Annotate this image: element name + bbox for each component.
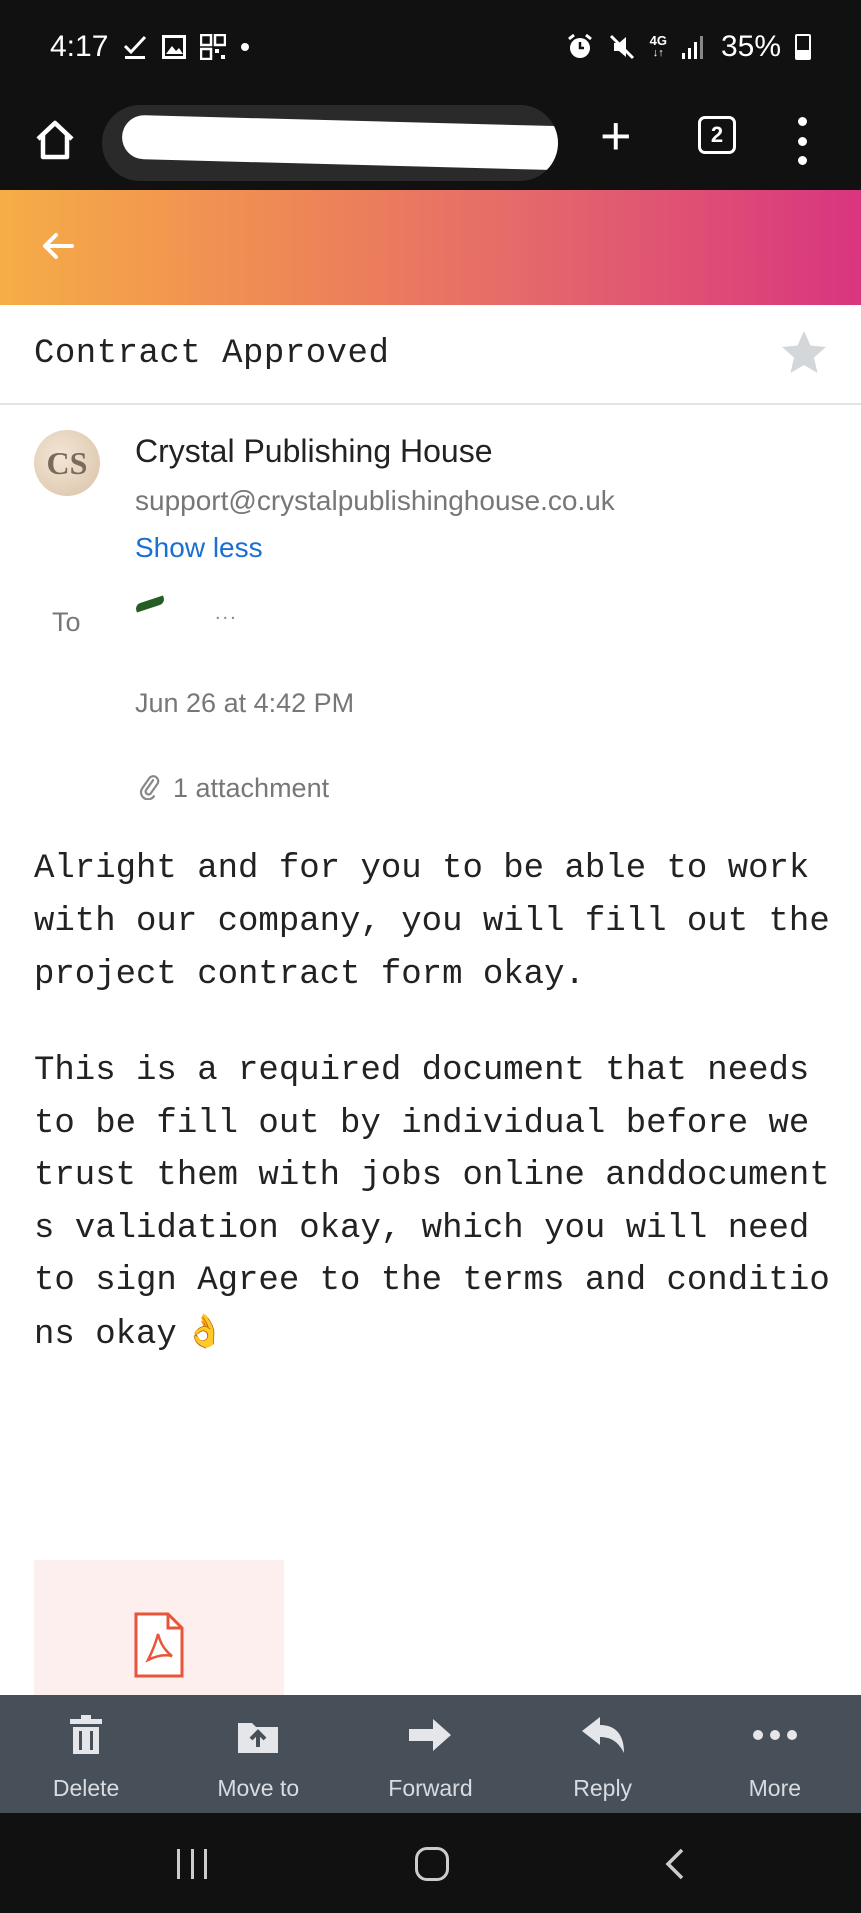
url-redaction bbox=[121, 114, 558, 172]
tabs-icon[interactable]: 2 bbox=[698, 116, 736, 154]
home-nav-icon[interactable] bbox=[415, 1847, 449, 1881]
email-body-paragraph-2: This is a required document that needs t… bbox=[34, 1045, 834, 1361]
recents-icon[interactable] bbox=[177, 1849, 207, 1879]
recipient-redacted: ... bbox=[134, 595, 755, 640]
status-right: 4G ↓↑ 35% bbox=[566, 30, 811, 64]
move-to-button[interactable]: Move to bbox=[172, 1695, 344, 1813]
move-to-icon bbox=[235, 1715, 281, 1755]
menu-dots-icon[interactable] bbox=[792, 111, 812, 171]
redaction-dots: ... bbox=[215, 602, 238, 624]
attachment-thumbnail[interactable] bbox=[34, 1560, 284, 1695]
mute-icon bbox=[608, 33, 636, 61]
pdf-icon bbox=[134, 1612, 184, 1678]
reply-button[interactable]: Reply bbox=[517, 1695, 689, 1813]
status-bar: 4:17 4G ↓↑ 35% bbox=[0, 0, 861, 95]
ok-hand-emoji: 👌 bbox=[184, 1314, 225, 1352]
system-nav-bar bbox=[0, 1813, 861, 1913]
address-bar[interactable] bbox=[102, 105, 558, 181]
delete-label: Delete bbox=[52, 1775, 120, 1801]
home-icon[interactable] bbox=[30, 115, 80, 165]
check-icon bbox=[122, 34, 148, 60]
network-4g-icon: 4G ↓↑ bbox=[649, 33, 667, 59]
app-header bbox=[0, 190, 861, 305]
email-body-paragraph-1: Alright and for you to be able to work w… bbox=[34, 850, 851, 994]
to-label: To bbox=[52, 607, 81, 637]
forward-button[interactable]: Forward bbox=[344, 1695, 516, 1813]
battery-icon bbox=[795, 34, 811, 60]
body-paragraph-2-text: This is a required document that needs t… bbox=[34, 1052, 830, 1354]
action-bar: Delete Move to Forward Reply More bbox=[0, 1695, 861, 1813]
alarm-icon bbox=[566, 33, 594, 61]
trash-icon bbox=[63, 1715, 109, 1755]
redaction-mark bbox=[134, 595, 166, 613]
avatar[interactable]: CS bbox=[34, 430, 100, 496]
show-less-link[interactable]: Show less bbox=[135, 532, 263, 564]
back-nav-icon[interactable] bbox=[660, 1847, 688, 1881]
star-icon[interactable] bbox=[778, 327, 830, 379]
sender-name: Crystal Publishing House bbox=[135, 433, 493, 469]
email-subject: Contract Approved bbox=[34, 335, 390, 373]
subject-row: Contract Approved bbox=[0, 305, 861, 405]
attachment-count: 1 attachment bbox=[173, 773, 330, 803]
delete-button[interactable]: Delete bbox=[0, 1695, 172, 1813]
more-label: More bbox=[748, 1775, 802, 1801]
qr-icon bbox=[200, 34, 227, 60]
reply-label: Reply bbox=[573, 1775, 633, 1801]
status-time: 4:17 bbox=[50, 30, 109, 63]
status-left: 4:17 bbox=[50, 30, 250, 64]
plus-icon[interactable]: + bbox=[600, 109, 632, 163]
sender-email: support@crystalpublishinghouse.co.uk bbox=[135, 485, 615, 516]
network-label: 4G bbox=[649, 33, 667, 48]
signal-icon bbox=[681, 34, 707, 60]
email-date: Jun 26 at 4:42 PM bbox=[135, 688, 355, 718]
more-button[interactable]: More bbox=[689, 1695, 861, 1813]
attachment-summary[interactable]: 1 attachment bbox=[135, 772, 329, 805]
reply-icon bbox=[580, 1715, 626, 1755]
forward-icon bbox=[407, 1715, 453, 1755]
back-arrow-icon[interactable] bbox=[36, 224, 80, 268]
more-icon bbox=[752, 1715, 798, 1755]
dot-icon bbox=[240, 42, 250, 52]
paperclip-icon bbox=[135, 772, 163, 805]
browser-bar: + 2 bbox=[0, 95, 861, 190]
image-icon bbox=[162, 35, 187, 59]
move-to-label: Move to bbox=[217, 1775, 300, 1801]
forward-label: Forward bbox=[388, 1775, 473, 1801]
battery-text: 35% bbox=[720, 30, 781, 63]
